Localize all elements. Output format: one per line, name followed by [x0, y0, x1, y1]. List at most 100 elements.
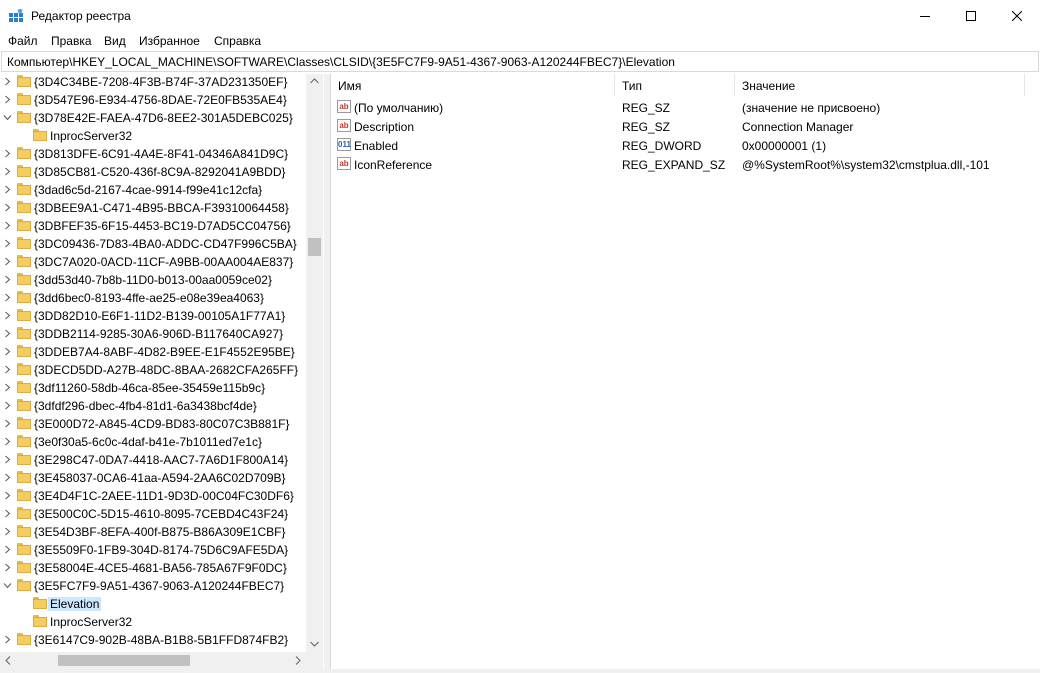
chevron-right-icon[interactable] — [3, 635, 12, 644]
close-button[interactable] — [994, 0, 1040, 31]
value-row[interactable]: ab (По умолчанию) REG_SZ (значение не присв… — [331, 98, 1031, 117]
tree-node[interactable]: {3E6147C9-902B-48BA-B1B8-5B1FFD874FB2} — [0, 631, 306, 649]
tree-node[interactable]: {3E458037-0CA6-41aa-A594-2AA6C02D709B} — [0, 469, 306, 487]
folder-icon — [33, 615, 47, 627]
tree-node[interactable]: {3DC7A020-0ACD-11CF-A9BB-00AA004AE837} — [0, 253, 306, 271]
chevron-right-icon[interactable] — [3, 437, 12, 446]
scroll-left-icon[interactable] — [5, 656, 11, 665]
tree-node[interactable]: {3DC09436-7D83-4BA0-ADDC-CD47F996C5BA} — [0, 235, 306, 253]
chevron-right-icon[interactable] — [3, 149, 12, 158]
chevron-right-icon[interactable] — [3, 95, 12, 104]
tree-node[interactable]: {3dd6bec0-8193-4ffe-ae25-e08e39ea4063} — [0, 289, 306, 307]
tree-vscroll-thumb[interactable] — [308, 238, 321, 256]
tree-node[interactable]: {3DD82D10-E6F1-11D2-B139-00105A1F77A1} — [0, 307, 306, 325]
chevron-right-icon[interactable] — [3, 167, 12, 176]
chevron-down-icon[interactable] — [3, 581, 12, 590]
tree-node[interactable]: {3E5FC7F9-9A51-4367-9063-A120244FBEC7} — [0, 577, 306, 595]
folder-icon — [17, 381, 31, 393]
tree-node[interactable]: {3E5509F0-1FB9-304D-8174-75D6C9AFE5DA} — [0, 541, 306, 559]
tree-node-label: {3dad6c5d-2167-4cae-9914-f99e41c12cfa} — [34, 183, 263, 197]
tree-node[interactable]: {3E500C0C-5D15-4610-8095-7CEBD4C43F24} — [0, 505, 306, 523]
menu-view[interactable]: Вид — [104, 34, 126, 48]
tree-node[interactable]: {3DECD5DD-A27B-48DC-8BAA-2682CFA265FF} — [0, 361, 306, 379]
menu-help[interactable]: Справка — [214, 34, 261, 48]
value-row[interactable]: 011 Enabled REG_DWORD 0x00000001 (1) — [331, 136, 1031, 155]
chevron-right-icon[interactable] — [3, 311, 12, 320]
chevron-right-icon[interactable] — [3, 473, 12, 482]
chevron-down-icon[interactable] — [3, 113, 12, 122]
tree-node[interactable]: {3dd53d40-7b8b-11D0-b013-00aa0059ce02} — [0, 271, 306, 289]
chevron-right-icon[interactable] — [3, 383, 12, 392]
value-name: IconReference — [354, 158, 433, 172]
folder-icon — [17, 183, 31, 195]
chevron-right-icon[interactable] — [3, 329, 12, 338]
tree-node[interactable]: {3e0f30a5-6c0c-4daf-b41e-7b1011ed7e1c} — [0, 433, 306, 451]
address-bar[interactable]: Компьютер\HKEY_LOCAL_MACHINE\SOFTWARE\Cl… — [1, 51, 1039, 72]
tree-node[interactable]: {3E4D4F1C-2AEE-11D1-9D3D-00C04FC30DF6} — [0, 487, 306, 505]
value-row[interactable]: ab IconReference REG_EXPAND_SZ @%SystemRoot… — [331, 155, 1031, 174]
tree-node[interactable]: {3D4C34BE-7208-4F3B-B74F-37AD231350EF} — [0, 74, 306, 91]
tree-node[interactable]: {3E000D72-A845-4CD9-BD83-80C07C3B881F} — [0, 415, 306, 433]
registry-tree[interactable]: {3D4C34BE-7208-4F3B-B74F-37AD231350EF} {3… — [0, 74, 324, 673]
chevron-right-icon[interactable] — [3, 275, 12, 284]
chevron-right-icon[interactable] — [3, 563, 12, 572]
menu-bar: Файл Правка Вид Избранное Справка — [0, 31, 1040, 51]
chevron-right-icon[interactable] — [3, 509, 12, 518]
values-pane[interactable]: Имя Тип Значение ab (По умолчанию) REG_SZ(… — [330, 74, 1040, 673]
scroll-right-icon[interactable] — [295, 656, 301, 665]
tree-node[interactable]: {3E54D3BF-8EFA-400f-B875-B86A309E1CBF} — [0, 523, 306, 541]
tree-node-label: {3D78E42E-FAEA-47D6-8EE2-301A5DEBC025} — [34, 111, 293, 125]
tree-node-label: {3E000D72-A845-4CD9-BD83-80C07C3B881F} — [34, 417, 290, 431]
tree-node[interactable]: InprocServer32 — [0, 127, 306, 145]
tree-node[interactable]: {3df11260-58db-46ca-85ee-35459e115b9c} — [0, 379, 306, 397]
tree-horizontal-scrollbar[interactable] — [0, 652, 306, 669]
chevron-right-icon[interactable] — [3, 365, 12, 374]
scroll-down-icon[interactable] — [310, 641, 319, 647]
tree-node-label: {3e0f30a5-6c0c-4daf-b41e-7b1011ed7e1c} — [34, 435, 262, 449]
menu-file[interactable]: Файл — [8, 34, 38, 48]
chevron-right-icon[interactable] — [3, 293, 12, 302]
value-row[interactable]: ab Description REG_SZ Connection Manager — [331, 117, 1031, 136]
tree-node[interactable]: InprocServer32 — [0, 613, 306, 631]
tree-node[interactable]: {3DDEB7A4-8ABF-4D82-B9EE-E1F4552E95BE} — [0, 343, 306, 361]
tree-vertical-scrollbar[interactable] — [306, 74, 323, 652]
menu-favorites[interactable]: Избранное — [139, 34, 200, 48]
column-header-type[interactable]: Тип — [615, 74, 735, 96]
tree-node[interactable]: {3dfdf296-dbec-4fb4-81d1-6a3438bcf4de} — [0, 397, 306, 415]
chevron-right-icon[interactable] — [3, 347, 12, 356]
folder-icon — [17, 417, 31, 429]
chevron-right-icon[interactable] — [3, 491, 12, 500]
chevron-right-icon[interactable] — [3, 545, 12, 554]
chevron-right-icon[interactable] — [3, 239, 12, 248]
tree-node[interactable]: {3D813DFE-6C91-4A4E-8F41-04346A841D9C} — [0, 145, 306, 163]
tree-node[interactable]: {3DDB2114-9285-30A6-906D-B117640CA927} — [0, 325, 306, 343]
chevron-right-icon[interactable] — [3, 527, 12, 536]
tree-node[interactable]: {3D547E96-E934-4756-8DAE-72E0FB535AE4} — [0, 91, 306, 109]
maximize-button[interactable] — [948, 0, 994, 31]
column-header-name[interactable]: Имя — [331, 74, 615, 96]
menu-edit[interactable]: Правка — [51, 34, 92, 48]
chevron-right-icon[interactable] — [3, 77, 12, 86]
tree-hscroll-thumb[interactable] — [58, 655, 190, 666]
tree-node[interactable]: {3E58004E-4CE5-4681-BA56-785A67F9F0DC} — [0, 559, 306, 577]
chevron-right-icon[interactable] — [3, 185, 12, 194]
value-type: REG_DWORD — [622, 139, 702, 153]
tree-node[interactable]: {3dad6c5d-2167-4cae-9914-f99e41c12cfa} — [0, 181, 306, 199]
chevron-right-icon[interactable] — [3, 401, 12, 410]
tree-node-label: {3DC7A020-0ACD-11CF-A9BB-00AA004AE837} — [34, 255, 294, 269]
tree-node[interactable]: {3E298C47-0DA7-4418-AAC7-7A6D1F800A14} — [0, 451, 306, 469]
tree-node[interactable]: {3DBFEF35-6F15-4453-BC19-D7AD5CC04756} — [0, 217, 306, 235]
chevron-right-icon[interactable] — [3, 419, 12, 428]
folder-icon — [17, 75, 31, 87]
tree-node[interactable]: {3D78E42E-FAEA-47D6-8EE2-301A5DEBC025} — [0, 109, 306, 127]
tree-node[interactable]: {3D85CB81-C520-436f-8C9A-8292041A9BDD} — [0, 163, 306, 181]
scroll-up-icon[interactable] — [310, 78, 319, 84]
chevron-right-icon[interactable] — [3, 257, 12, 266]
tree-node[interactable]: {3DBEE9A1-C471-4B95-BBCA-F39310064458} — [0, 199, 306, 217]
tree-node[interactable]: Elevation — [0, 595, 306, 613]
chevron-right-icon[interactable] — [3, 455, 12, 464]
chevron-right-icon[interactable] — [3, 221, 12, 230]
minimize-button[interactable] — [902, 0, 948, 31]
column-header-data[interactable]: Значение — [735, 74, 1025, 96]
chevron-right-icon[interactable] — [3, 203, 12, 212]
